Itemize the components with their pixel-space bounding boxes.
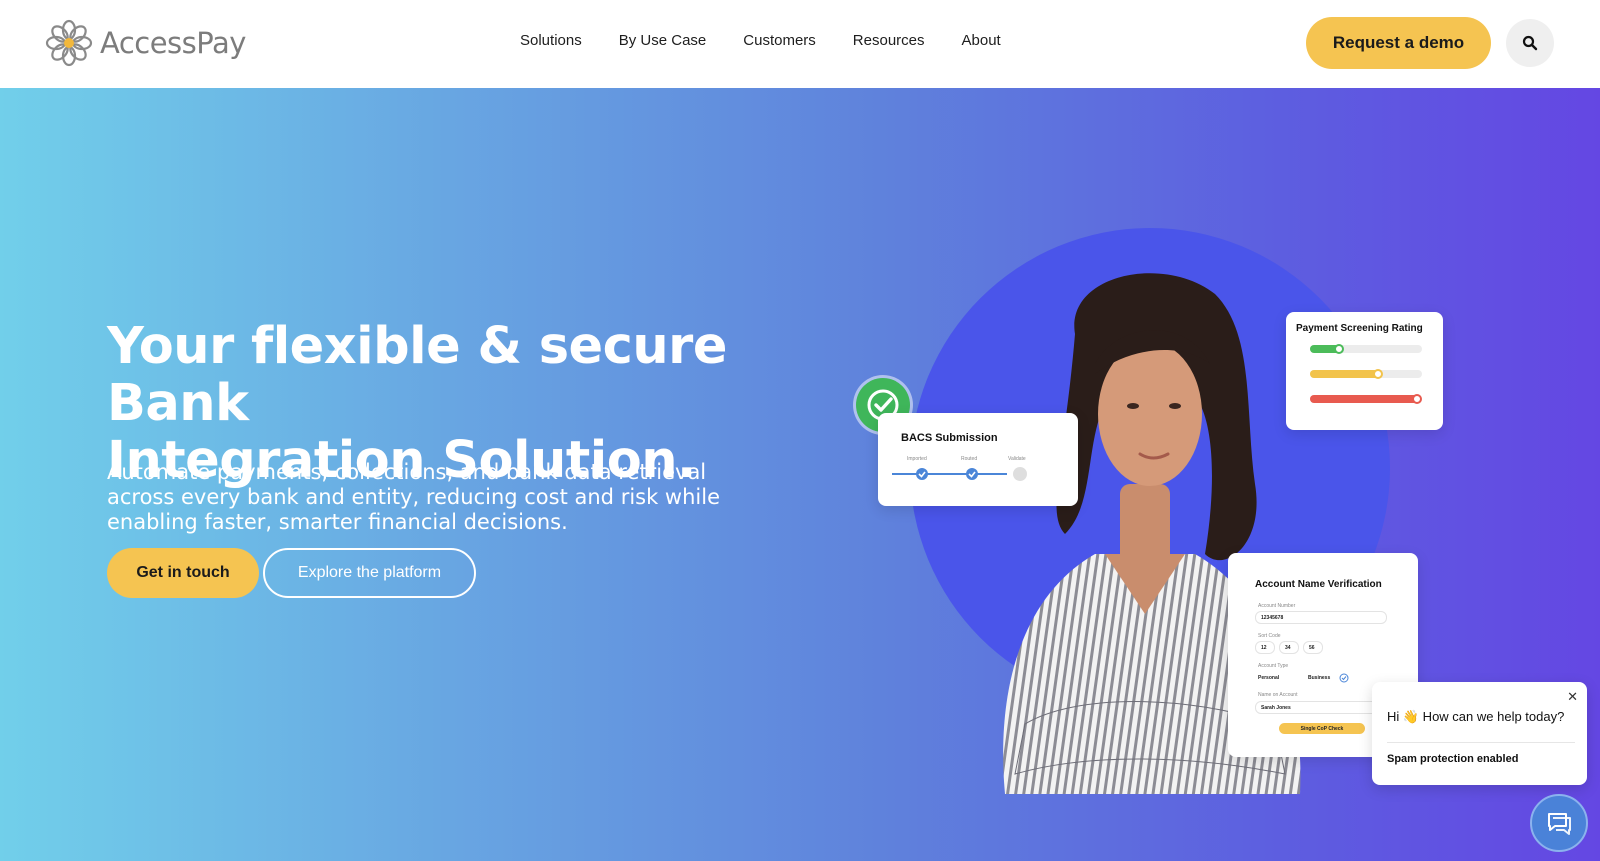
single-cop-check-button: Single CoP Check [1279,723,1365,734]
chat-divider [1387,742,1575,743]
bacs-submission-card: BACS Submission Imported Routed Validate [878,413,1078,506]
bacs-step-routed: Routed [961,456,978,462]
screening-card-title: Payment Screening Rating [1296,323,1423,334]
get-in-touch-button[interactable]: Get in touch [107,548,259,598]
type-personal: Personal [1258,675,1280,681]
explore-platform-button[interactable]: Explore the platform [263,548,476,598]
account-number-field: 12345678 [1255,611,1387,624]
verification-card-title: Account Name Verification [1255,579,1382,590]
sort-code-label: Sort Code [1258,633,1281,639]
bacs-step-validate: Validate [1008,456,1026,462]
logo[interactable]: AccessPay [44,18,246,68]
chat-close-icon[interactable]: ✕ [1567,689,1578,705]
name-on-account-label: Name on Account [1258,692,1298,698]
bacs-step-imported: Imported [907,456,927,462]
nav-solutions[interactable]: Solutions [520,32,582,49]
flower-logo-icon [45,19,93,67]
nav-resources[interactable]: Resources [853,32,925,49]
search-icon [1522,35,1538,51]
sort-code-2: 34 [1279,641,1299,654]
type-business: Business [1308,675,1331,681]
screening-knob-1 [1334,344,1344,354]
site-header: AccessPay Solutions By Use Case Customer… [0,0,1600,88]
hero-subtitle: Automate payments, collections, and bank… [107,460,721,534]
hero-section: Your flexible & secure Bank Integration … [0,88,1600,861]
screening-knob-2 [1373,369,1383,379]
sort-code-1: 12 [1255,641,1275,654]
nav-customers[interactable]: Customers [743,32,816,49]
chat-launcher-button[interactable] [1530,794,1588,852]
request-demo-button[interactable]: Request a demo [1306,17,1491,69]
hero-title-line-1: Your flexible & secure Bank [107,317,727,433]
chat-popup: ✕ Hi 👋 How can we help today? Spam prote… [1372,682,1587,785]
screening-fill-3 [1310,395,1418,403]
account-type-label: Account Type [1258,663,1289,669]
screening-track-3 [1310,394,1422,404]
account-number-label: Account Number [1258,603,1296,609]
screening-knob-3 [1412,394,1422,404]
bacs-card-title: BACS Submission [901,432,998,444]
screening-fill-2 [1310,370,1379,378]
name-on-account-field: Sarah Jones [1255,701,1387,714]
chat-greeting[interactable]: Hi 👋 How can we help today? [1387,709,1564,725]
bacs-progress-track [892,467,1027,481]
search-button[interactable] [1506,19,1554,67]
screening-track-2 [1310,369,1422,379]
logo-text: AccessPay [100,26,246,60]
nav-about[interactable]: About [962,32,1001,49]
nav-by-use-case[interactable]: By Use Case [619,32,707,49]
chat-bubble-icon [1548,813,1571,835]
sort-code-3: 56 [1303,641,1323,654]
business-selected-check-icon [1339,673,1349,683]
payment-screening-card: Payment Screening Rating [1286,312,1443,430]
screening-track-1 [1310,344,1422,354]
main-nav: Solutions By Use Case Customers Resource… [520,32,1001,49]
chat-spam-notice: Spam protection enabled [1387,753,1519,765]
